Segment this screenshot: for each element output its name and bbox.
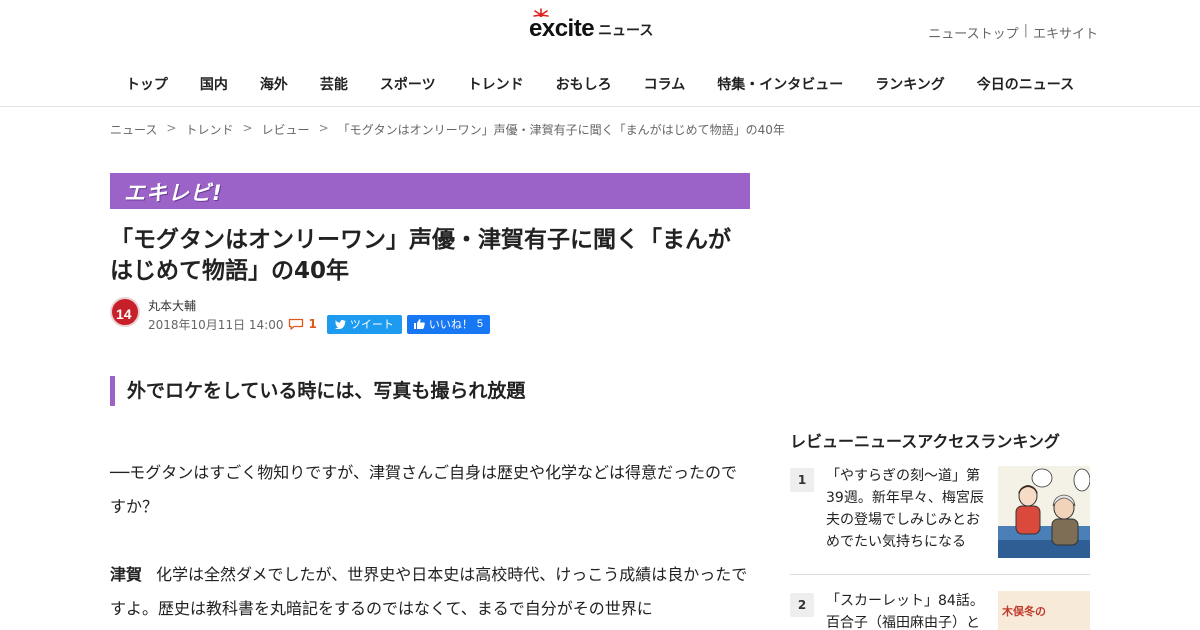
like-button[interactable]: いいね！ 5 [406, 314, 490, 334]
news-top-link[interactable]: ニューストップ [928, 23, 1018, 42]
nav-item-feature-interview[interactable]: 特集・インタビュー [701, 74, 859, 94]
comment-count[interactable]: 1 [308, 317, 316, 331]
nav-item-funny[interactable]: おもしろ [540, 74, 628, 94]
nav-item-trend[interactable]: トレンド [452, 74, 540, 94]
ranking-item[interactable]: 1 「やすらぎの刻～道」第39週。新年早々、梅宮辰夫の登場でしみじみとおめでたい… [790, 465, 1090, 575]
comment-icon[interactable] [288, 318, 304, 330]
rank-number: 1 [790, 468, 814, 492]
interview-answer: 津賀 化学は全然ダメでしたが、世界史や日本史は高校時代、けっこう成績は良かったです… [110, 558, 750, 626]
excite-site-link[interactable]: エキサイト [1033, 23, 1098, 42]
series-banner[interactable]: エキレビ! [110, 173, 750, 209]
nav-item-overseas[interactable]: 海外 [244, 74, 304, 94]
rank-headline[interactable]: 「やすらぎの刻～道」第39週。新年早々、梅宮辰夫の登場でしみじみとおめでたい気持… [826, 465, 992, 553]
like-count: 5 [476, 318, 483, 330]
nav-item-domestic[interactable]: 国内 [184, 74, 244, 94]
nav-item-entertainment[interactable]: 芸能 [304, 74, 364, 94]
avatar-number: 14 [116, 306, 132, 322]
answer-speaker: 津賀 [110, 565, 143, 584]
section-heading: 外でロケをしている時には、写真も撮られ放題 [110, 376, 750, 406]
breadcrumb-separator: > [242, 121, 253, 135]
rank-number: 2 [790, 593, 814, 617]
breadcrumb-current: 「モグタンはオンリーワン」声優・津賀有子に聞く「まんがはじめて物語」の40年 [337, 123, 785, 137]
top-links-separator: | [1023, 23, 1028, 38]
ranking-title: レビューニュースアクセスランキング [790, 432, 1060, 451]
tweet-label: ツイート [349, 319, 394, 331]
excite-logo[interactable]: excite ニュース [529, 8, 654, 44]
author-name[interactable]: 丸本大輔 [148, 297, 196, 314]
breadcrumb-trend[interactable]: トレンド [185, 121, 233, 138]
nav-item-column[interactable]: コラム [628, 74, 702, 94]
like-label: いいね！ [428, 319, 473, 331]
author-avatar[interactable]: 14 [110, 297, 140, 327]
breadcrumb-news[interactable]: ニュース [110, 121, 157, 138]
logo-wordmark: excite [529, 8, 595, 44]
logo-burst-icon [533, 8, 549, 17]
breadcrumb-separator: > [318, 121, 329, 135]
site-header: excite ニュース ニューストップ | エキサイト トップ 国内 海外 芸能… [0, 0, 1200, 107]
interview-question: ──モグタンはすごく物知りですが、津賀さんご自身は歴史や化学などは得意だったので… [110, 463, 737, 516]
thumbs-up-icon [413, 319, 425, 329]
nav-item-top[interactable]: トップ [110, 74, 184, 94]
publish-date: 2018年10月11日 14:00 [148, 317, 284, 332]
twitter-bird-icon [334, 319, 346, 329]
global-nav: トップ 国内 海外 芸能 スポーツ トレンド おもしろ コラム 特集・インタビュ… [0, 74, 1200, 94]
tweet-button[interactable]: ツイート [326, 314, 402, 334]
article-meta: 2018年10月11日 14:00 1 ツイート いいね！ 5 [148, 314, 490, 334]
rank-headline[interactable]: 「スカーレット」84話。百合子（福田麻由子）と [826, 590, 992, 630]
series-banner-label: エキレビ! [124, 181, 223, 205]
article-title: 「モグタンはオンリーワン」声優・津賀有子に聞く「まんがはじめて物語」の40年 [110, 227, 731, 284]
nav-item-sports[interactable]: スポーツ [364, 74, 452, 94]
logo-suffix: ニュース [598, 23, 654, 39]
nav-item-today-news[interactable]: 今日のニュース [961, 74, 1090, 94]
ranking-item[interactable]: 2 「スカーレット」84話。百合子（福田麻由子）と 木俣冬の [790, 590, 1090, 630]
manga-illustration [998, 466, 1090, 558]
thumbnail-caption: 木俣冬の [1002, 605, 1046, 618]
rank-thumbnail[interactable] [998, 466, 1090, 558]
rank-thumbnail[interactable]: 木俣冬の [998, 591, 1090, 630]
breadcrumb: ニュース > トレンド > レビュー > 「モグタンはオンリーワン」声優・津賀有… [110, 121, 785, 138]
top-links: ニューストップ | エキサイト [928, 23, 1098, 42]
breadcrumb-separator: > [166, 121, 177, 135]
nav-item-ranking[interactable]: ランキング [859, 74, 961, 94]
answer-text: 化学は全然ダメでしたが、世界史や日本史は高校時代、けっこう成績は良かったですよ。… [110, 565, 748, 618]
breadcrumb-review[interactable]: レビュー [262, 121, 310, 138]
